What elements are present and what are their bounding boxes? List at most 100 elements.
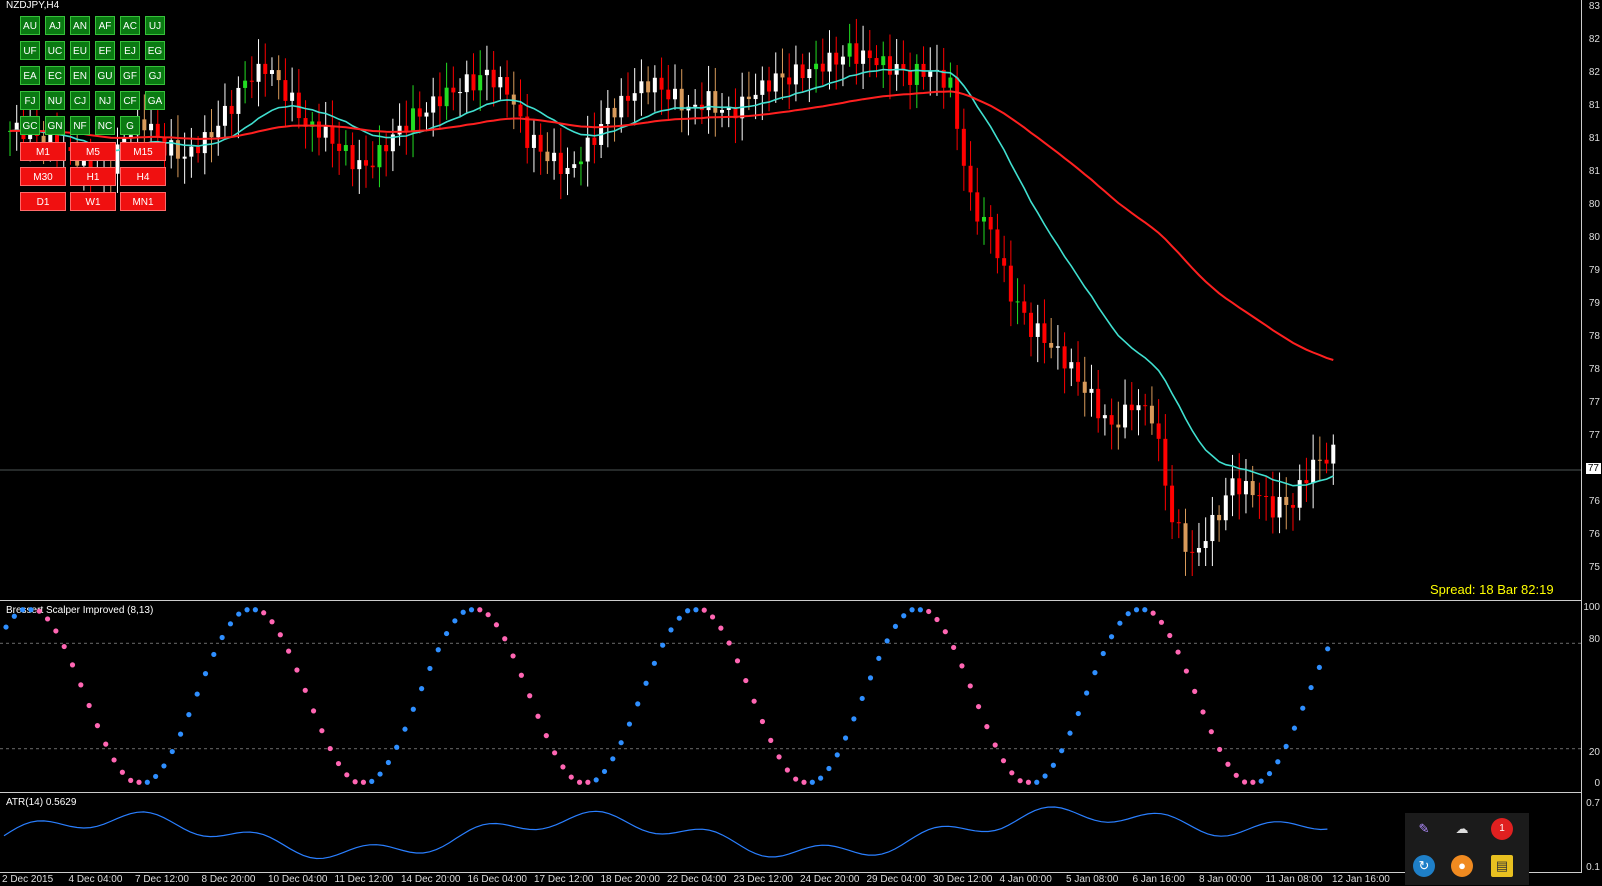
oscillator-dot — [768, 737, 774, 743]
timeframe-button-m1[interactable]: M1 — [20, 142, 66, 161]
timeframe-button-w1[interactable]: W1 — [70, 192, 116, 211]
oscillator-dot — [593, 777, 599, 783]
symbol-button-af[interactable]: AF — [95, 16, 115, 35]
symbol-button-ef[interactable]: EF — [95, 41, 115, 60]
symbol-button-gn[interactable]: GN — [45, 116, 65, 135]
symbol-button-nc[interactable]: NC — [95, 116, 115, 135]
candle-body — [175, 140, 180, 159]
symbol-button-ec[interactable]: EC — [45, 66, 65, 85]
candle-body — [411, 108, 416, 133]
candle-body — [357, 160, 362, 170]
candle-body — [484, 69, 489, 76]
oscillator-dot — [1034, 779, 1040, 785]
symbol-button-cj[interactable]: CJ — [70, 91, 90, 110]
oscillator-dot — [660, 642, 666, 648]
symbol-button-fj[interactable]: FJ — [20, 91, 40, 110]
symbol-button-g[interactable]: G — [120, 116, 140, 135]
symbol-button-nu[interactable]: NU — [45, 91, 65, 110]
refresh-icon[interactable]: ↻ — [1413, 855, 1435, 877]
symbol-button-gu[interactable]: GU — [95, 66, 115, 85]
oscillator-dot — [261, 610, 267, 616]
timeframe-button-h1[interactable]: H1 — [70, 167, 116, 186]
oscillator-dot — [1017, 778, 1023, 784]
symbol-button-gj[interactable]: GJ — [145, 66, 165, 85]
oscillator-dot — [119, 769, 125, 775]
time-label: 5 Jan 08:00 — [1066, 874, 1119, 885]
oscillator-dot — [11, 613, 17, 619]
symbol-button-ej[interactable]: EJ — [120, 41, 140, 60]
timeframe-button-m15[interactable]: M15 — [120, 142, 166, 161]
timeframe-button-mn1[interactable]: MN1 — [120, 192, 166, 211]
symbol-button-cf[interactable]: CF — [120, 91, 140, 110]
candle-body — [1163, 438, 1168, 486]
timeframe-button-m30[interactable]: M30 — [20, 167, 66, 186]
candle-body — [384, 145, 389, 152]
oscillator-dot — [776, 754, 782, 760]
symbol-button-uf[interactable]: UF — [20, 41, 40, 60]
symbol-button-eu[interactable]: EU — [70, 41, 90, 60]
oscillator-dot — [419, 686, 425, 692]
sticky-note-icon[interactable]: ▤ — [1491, 855, 1513, 877]
oscillator-dot — [535, 713, 541, 719]
timeframe-button-d1[interactable]: D1 — [20, 192, 66, 211]
symbol-button-nf[interactable]: NF — [70, 116, 90, 135]
symbol-button-ac[interactable]: AC — [120, 16, 140, 35]
candle-body — [834, 52, 839, 65]
symbol-button-ga[interactable]: GA — [145, 91, 165, 110]
symbol-button-nj[interactable]: NJ — [95, 91, 115, 110]
candle-body — [316, 121, 321, 138]
symbol-button-uc[interactable]: UC — [45, 41, 65, 60]
candle-body — [753, 94, 758, 100]
candle-body — [1290, 504, 1295, 508]
time-label: 12 Jan 16:00 — [1332, 874, 1390, 885]
oscillator-dot — [676, 615, 682, 621]
oscillator-dot — [310, 708, 317, 714]
oscillator-pane[interactable]: Bressert Scalper Improved (8,13) — [0, 602, 1582, 793]
oscillator-level-tick: 80 — [1588, 634, 1600, 645]
candle-body — [995, 229, 1000, 259]
oscillator-dot — [992, 742, 998, 748]
symbol-button-uj[interactable]: UJ — [145, 16, 165, 35]
atr-pane[interactable]: ATR(14) 0.5629 — [0, 794, 1582, 872]
main-chart-pane[interactable]: NZDJPY,H4 AU AJ AN AF AC UJ UF UC EU EF EJ EG EA EC EN… — [0, 0, 1582, 601]
candle-body — [592, 137, 597, 145]
oscillator-dot — [1142, 607, 1148, 613]
symbol-button-gc[interactable]: GC — [20, 116, 40, 135]
symbol-button-ea[interactable]: EA — [20, 66, 40, 85]
system-tray-popup: ✎ ☁ 1 ↻ ● ▤ — [1405, 813, 1529, 885]
candle-body — [646, 81, 651, 93]
oscillator-dot — [1025, 779, 1032, 785]
symbol-button-eg[interactable]: EG — [145, 41, 165, 60]
oscillator-dot — [901, 613, 907, 619]
timeframe-button-m5[interactable]: M5 — [70, 142, 116, 161]
symbol-button-aj[interactable]: AJ — [45, 16, 65, 35]
symbol-button-en[interactable]: EN — [70, 66, 90, 85]
candle-body — [545, 151, 550, 162]
timeframe-button-h4[interactable]: H4 — [120, 167, 166, 186]
candle-body — [464, 74, 469, 93]
candle-body — [1149, 405, 1154, 424]
symbol-button-au[interactable]: AU — [20, 16, 40, 35]
oscillator-dot — [327, 745, 333, 752]
oscillator-dot — [1300, 705, 1306, 711]
oscillator-dot — [1108, 634, 1115, 640]
candle-body — [115, 144, 120, 174]
candle-body — [1230, 478, 1235, 496]
candle-body — [1217, 514, 1222, 521]
candle-body — [397, 125, 402, 135]
symbol-button-gf[interactable]: GF — [120, 66, 140, 85]
time-label: 11 Dec 12:00 — [334, 874, 394, 885]
candle-body — [787, 77, 792, 85]
oscillator-dot — [344, 772, 350, 778]
oscillator-dot — [510, 653, 516, 659]
feather-icon[interactable]: ✎ — [1413, 818, 1435, 840]
ball-icon[interactable]: ● — [1451, 855, 1473, 877]
symbol-button-an[interactable]: AN — [70, 16, 90, 35]
oscillator-dot — [61, 643, 67, 650]
candle-body — [538, 134, 543, 152]
oscillator-dot — [286, 648, 292, 654]
candle-body — [619, 95, 624, 118]
cloud-icon[interactable]: ☁ — [1451, 818, 1473, 840]
notification-icon[interactable]: 1 — [1491, 818, 1513, 840]
oscillator-dot — [468, 607, 475, 613]
